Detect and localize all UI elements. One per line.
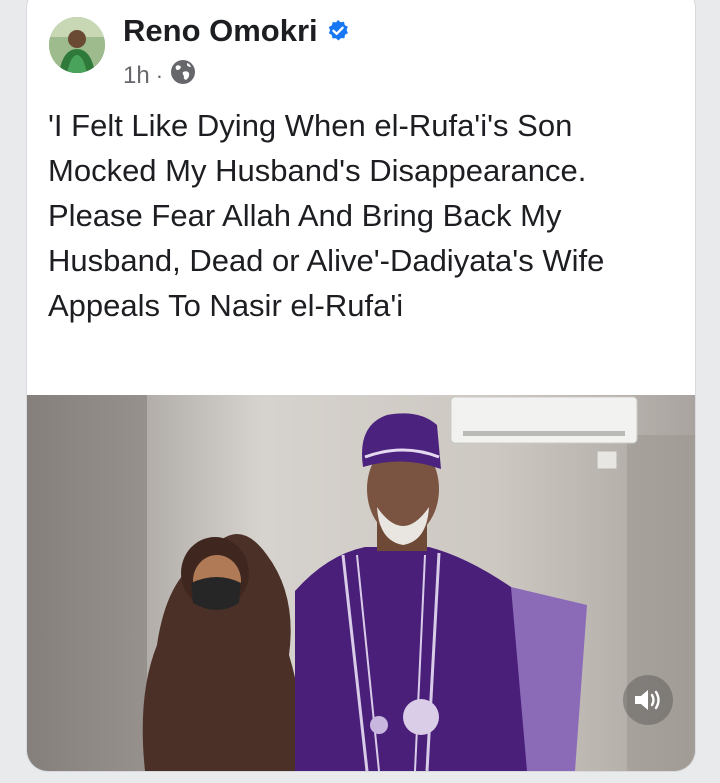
post-meta: 1h ·: [123, 58, 197, 93]
speaker-icon[interactable]: [623, 675, 673, 725]
post-card: Reno Omokri 1h · 'I Felt Like Dying When…: [26, 0, 696, 772]
author-name[interactable]: Reno Omokri: [123, 13, 318, 49]
author-avatar[interactable]: [49, 17, 105, 73]
verified-badge-icon: [326, 19, 350, 43]
video-frame: [27, 395, 695, 771]
post-video[interactable]: [27, 395, 695, 771]
post-time[interactable]: 1h: [123, 62, 150, 90]
meta-separator: ·: [155, 62, 164, 88]
post-header: Reno Omokri 1h ·: [27, 0, 695, 89]
globe-icon[interactable]: [169, 58, 197, 93]
post-text: 'I Felt Like Dying When el-Rufa'i's Son …: [48, 108, 612, 323]
